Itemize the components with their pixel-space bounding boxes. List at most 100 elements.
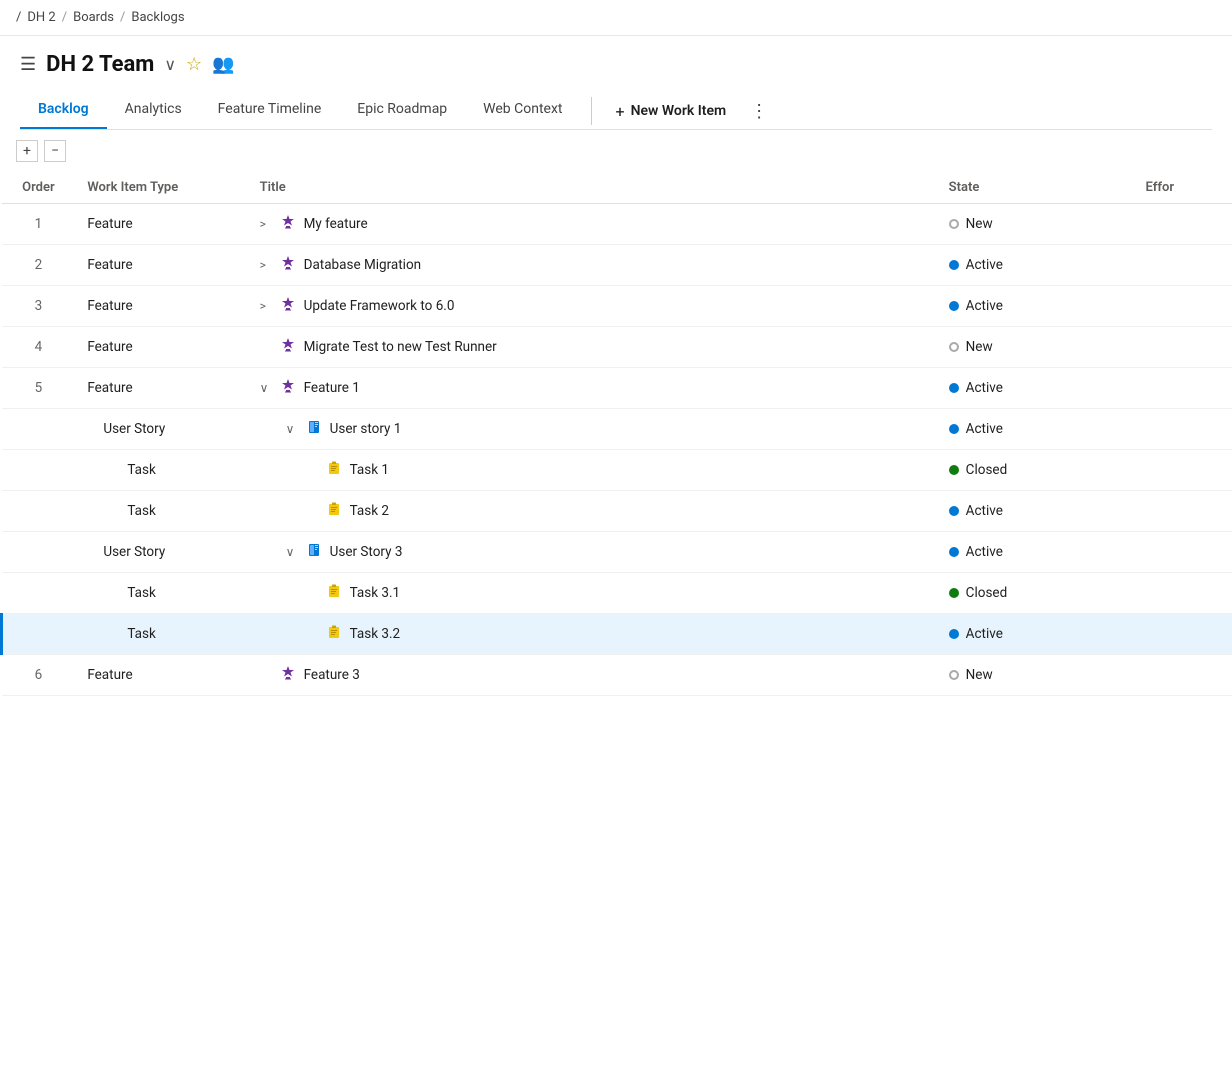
work-item-icon <box>306 542 324 562</box>
collapse-all-button[interactable]: − <box>44 140 66 162</box>
cell-title[interactable]: Task 2 <box>248 491 937 532</box>
table-row[interactable]: Task Task 1 Closed <box>2 450 1232 491</box>
cell-order: 3 <box>2 286 76 327</box>
cell-order <box>2 614 76 655</box>
expand-arrow-icon[interactable]: ∨ <box>260 381 274 395</box>
cell-type: Feature <box>75 204 247 245</box>
cell-title[interactable]: ∨ User story 1 <box>248 409 937 450</box>
new-work-item-button[interactable]: + New Work Item <box>602 96 741 127</box>
more-options-button[interactable]: ⋮ <box>740 95 778 128</box>
hamburger-icon[interactable]: ☰ <box>20 54 36 75</box>
work-item-icon <box>280 337 298 357</box>
cell-effort <box>1134 655 1232 696</box>
cell-title[interactable]: >My feature <box>248 204 937 245</box>
backlog-table-container: + − Order Work Item Type Title State Eff… <box>0 130 1232 696</box>
work-item-icon <box>280 296 298 316</box>
expand-arrow-icon[interactable]: ∨ <box>286 545 300 559</box>
tab-web-context[interactable]: Web Context <box>465 93 580 129</box>
state-dot <box>949 260 959 270</box>
work-item-icon <box>326 624 344 644</box>
state-dot <box>949 424 959 434</box>
cell-state: Closed <box>937 450 1134 491</box>
table-row[interactable]: TaskTask 2Active <box>2 491 1232 532</box>
cell-state: Active <box>937 368 1134 409</box>
tab-analytics[interactable]: Analytics <box>107 93 200 129</box>
cell-effort <box>1134 573 1232 614</box>
cell-title[interactable]: > Update Framework to 6.0 <box>248 286 937 327</box>
cell-title[interactable]: > Database Migration <box>248 245 937 286</box>
expand-arrow-icon[interactable]: > <box>260 258 274 272</box>
cell-type: User Story <box>75 532 247 573</box>
tab-feature-timeline[interactable]: Feature Timeline <box>200 93 340 129</box>
cell-state: New <box>937 327 1134 368</box>
cell-order: 6 <box>2 655 76 696</box>
cell-state: Closed <box>937 573 1134 614</box>
expand-arrow-icon[interactable]: > <box>260 299 274 313</box>
state-dot <box>949 383 959 393</box>
cell-title[interactable]: ∨ User Story 3 <box>248 532 937 573</box>
cell-order: 1 <box>2 204 76 245</box>
cell-title[interactable]: Task 1 <box>248 450 937 491</box>
breadcrumb-sep-1: / <box>62 10 67 25</box>
nav-tabs: Backlog Analytics Feature Timeline Epic … <box>20 93 1212 130</box>
cell-type: Feature <box>75 245 247 286</box>
breadcrumb-item-1[interactable]: Boards <box>73 10 114 25</box>
cell-type: Task <box>75 614 247 655</box>
state-label: Active <box>966 421 1003 437</box>
cell-type: Feature <box>75 655 247 696</box>
cell-title[interactable]: Task 3.2 <box>248 614 937 655</box>
state-label: Active <box>966 544 1003 560</box>
state-dot <box>949 465 959 475</box>
work-item-title: Database Migration <box>304 257 422 273</box>
work-item-icon <box>280 214 298 234</box>
table-row[interactable]: 3Feature > Update Framework to 6.0 Active <box>2 286 1232 327</box>
expand-all-button[interactable]: + <box>16 140 38 162</box>
work-item-icon <box>326 583 344 603</box>
table-row[interactable]: 5Feature∨Feature 1Active <box>2 368 1232 409</box>
cell-title[interactable]: Task 3.1 <box>248 573 937 614</box>
breadcrumb-sep-0: / <box>16 10 21 25</box>
state-label: Closed <box>966 462 1008 478</box>
work-item-title: User story 1 <box>330 421 402 437</box>
chevron-down-icon[interactable]: ∨ <box>164 55 176 74</box>
cell-order <box>2 409 76 450</box>
cell-type: Task <box>75 450 247 491</box>
cell-title[interactable]: Migrate Test to new Test Runner <box>248 327 937 368</box>
work-item-title: Update Framework to 6.0 <box>304 298 455 314</box>
star-icon[interactable]: ☆ <box>186 54 202 75</box>
nav-divider <box>591 97 592 125</box>
table-row[interactable]: 4FeatureMigrate Test to new Test RunnerN… <box>2 327 1232 368</box>
plus-icon: + <box>616 102 625 121</box>
table-row[interactable]: 6FeatureFeature 3New <box>2 655 1232 696</box>
table-row[interactable]: User Story∨User story 1Active <box>2 409 1232 450</box>
col-title: Title <box>248 172 937 204</box>
state-dot <box>949 219 959 229</box>
expand-arrow-icon[interactable]: ∨ <box>286 422 300 436</box>
expand-arrow-icon[interactable]: > <box>260 217 274 231</box>
work-item-title: Feature 3 <box>304 667 360 683</box>
table-row[interactable]: 1Feature>My featureNew <box>2 204 1232 245</box>
table-row[interactable]: User Story ∨ User Story 3 Active <box>2 532 1232 573</box>
tab-backlog[interactable]: Backlog <box>20 93 107 129</box>
state-dot <box>949 588 959 598</box>
col-effort: Effor <box>1134 172 1232 204</box>
cell-type: Feature <box>75 286 247 327</box>
cell-order: 2 <box>2 245 76 286</box>
breadcrumb-item-2[interactable]: Backlogs <box>131 10 184 25</box>
work-item-title: User Story 3 <box>330 544 403 560</box>
work-item-title: Task 2 <box>350 503 389 519</box>
people-icon[interactable]: 👥 <box>212 54 234 75</box>
cell-title[interactable]: ∨Feature 1 <box>248 368 937 409</box>
tab-epic-roadmap[interactable]: Epic Roadmap <box>339 93 465 129</box>
table-row[interactable]: 2Feature>Database MigrationActive <box>2 245 1232 286</box>
cell-title[interactable]: Feature 3 <box>248 655 937 696</box>
table-row[interactable]: TaskTask 3.2Active <box>2 614 1232 655</box>
new-work-item-label: New Work Item <box>631 103 727 119</box>
work-item-title: Task 1 <box>350 462 389 478</box>
breadcrumb-item-0[interactable]: DH 2 <box>27 10 55 25</box>
col-state: State <box>937 172 1134 204</box>
table-row[interactable]: TaskTask 3.1Closed <box>2 573 1232 614</box>
state-dot <box>949 342 959 352</box>
cell-effort <box>1134 450 1232 491</box>
cell-state: Active <box>937 286 1134 327</box>
